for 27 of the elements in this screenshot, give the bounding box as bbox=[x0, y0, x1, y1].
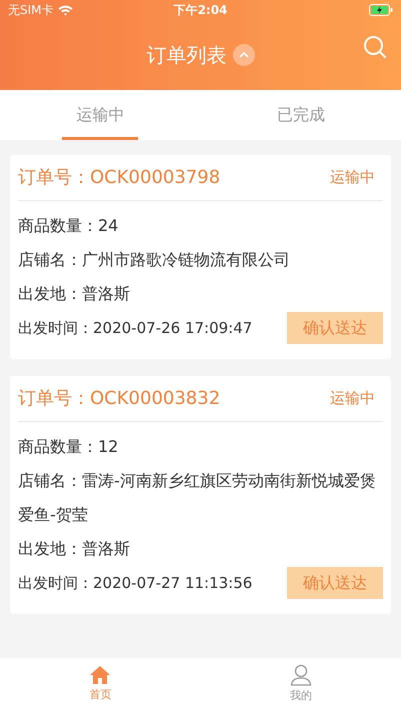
departure-time: 出发时间：2020-07-27 11:13:56 bbox=[18, 573, 252, 594]
page-title: 订单列表 bbox=[146, 42, 226, 69]
departure-time: 出发时间：2020-07-26 17:09:47 bbox=[18, 318, 252, 339]
order-detail: 出发地：普洛斯 bbox=[18, 538, 131, 560]
clock-text: 下午2:04 bbox=[174, 2, 228, 19]
carrier-text: 无SIM卡 bbox=[8, 2, 54, 19]
tab[interactable]: 已完成 bbox=[262, 92, 339, 140]
nav-item[interactable]: 首页 bbox=[0, 658, 200, 710]
battery-icon bbox=[368, 4, 393, 16]
order-detail: 店铺名：广州市路歌冷链物流有限公司 bbox=[18, 249, 291, 271]
order-number: 订单号：OCK00003832 bbox=[18, 387, 220, 411]
wifi-icon bbox=[58, 4, 73, 16]
order-detail: 商品数量：24 bbox=[18, 215, 120, 237]
tab[interactable]: 运输中 bbox=[62, 92, 138, 140]
order-detail: 店铺名：雷涛-河南新乡红旗区劳动南街新悦城爱煲爱鱼-贺莹 bbox=[18, 470, 377, 526]
order-detail: 商品数量：12 bbox=[18, 436, 120, 458]
home-icon bbox=[89, 664, 112, 685]
confirm-delivery-button[interactable]: 确认送达 bbox=[287, 567, 383, 599]
person-icon bbox=[290, 664, 312, 686]
search-icon[interactable] bbox=[363, 35, 387, 59]
status-label: 运输中 bbox=[330, 167, 376, 188]
confirm-delivery-button[interactable]: 确认送达 bbox=[287, 312, 383, 344]
chevron-up-icon[interactable] bbox=[232, 44, 254, 66]
nav-item[interactable]: 我的 bbox=[200, 658, 401, 710]
order-number: 订单号：OCK00003798 bbox=[18, 166, 220, 190]
order-detail: 出发地：普洛斯 bbox=[18, 283, 131, 305]
status-label: 运输中 bbox=[330, 388, 376, 410]
